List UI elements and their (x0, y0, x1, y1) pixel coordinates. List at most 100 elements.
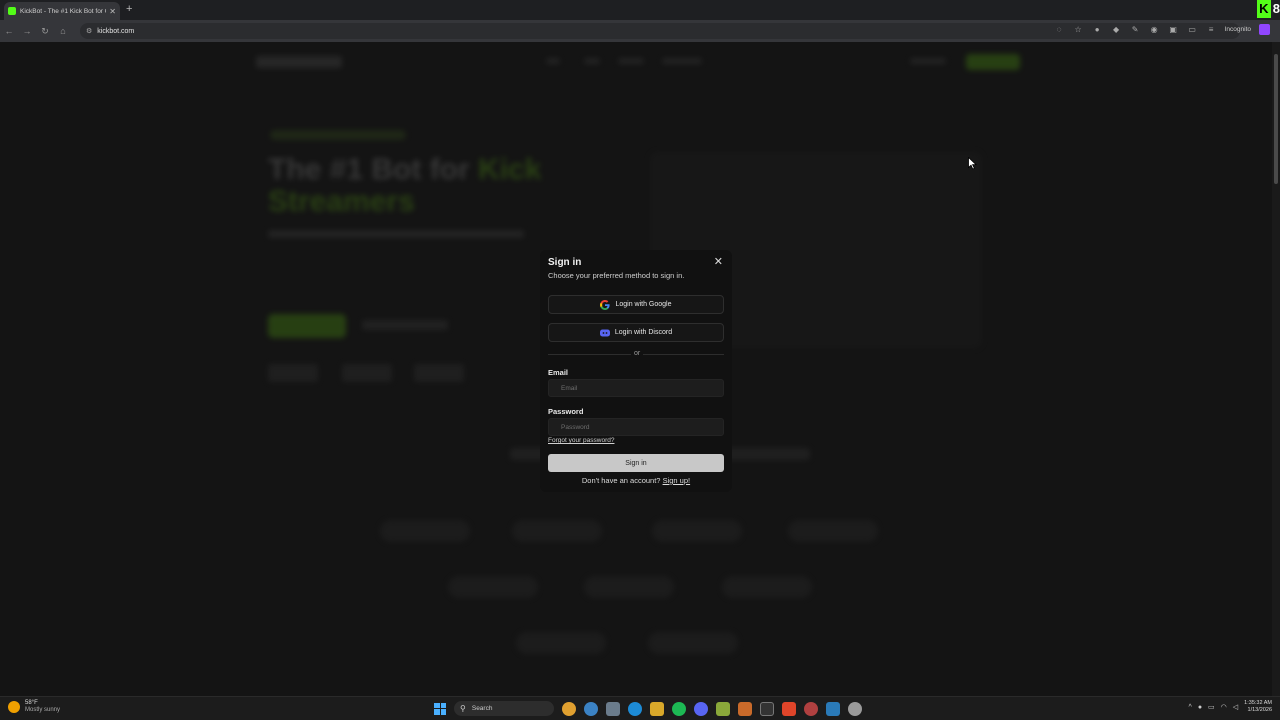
stream-overlay: K 8 (1256, 0, 1280, 18)
hero-stat (414, 364, 464, 382)
modal-subtitle: Choose your preferred method to sign in. (548, 271, 685, 280)
toolbar-actions: ◌ ☆ ● ◆ ✎ ◉ ▣ ▭ ≡ Incognito (1054, 24, 1270, 35)
tab-close-icon[interactable]: ✕ (109, 7, 116, 16)
task-view-icon[interactable] (606, 701, 620, 716)
partner-logo (648, 632, 738, 654)
nav-link (618, 58, 644, 64)
app-icon[interactable] (716, 701, 730, 716)
start-icon[interactable] (434, 702, 446, 715)
login-google-button[interactable]: Login with Google (548, 295, 724, 314)
partner-logo (652, 520, 742, 542)
address-url: kickbot.com (97, 27, 135, 35)
twitch-icon (1259, 24, 1270, 35)
browser-tab-bar: KickBot - The #1 Kick Bot for C ✕ + K 8 (0, 0, 1280, 20)
login-discord-label: Login with Discord (614, 329, 673, 336)
scrollbar-thumb[interactable] (1274, 54, 1278, 184)
site-info-icon[interactable]: ⚙ (86, 27, 92, 35)
password-label: Password (548, 407, 584, 416)
signup-link[interactable]: Sign up! (663, 476, 691, 485)
overlay-number: 8 (1272, 1, 1280, 16)
system-tray: ^ ● ▭ ◠ ◁ 1:35:32 AM 1/13/2026 (1189, 700, 1272, 714)
search-icon: ⚲ (460, 704, 466, 713)
clock-time: 1:35:32 AM (1244, 700, 1272, 706)
app-icon[interactable] (804, 701, 818, 716)
nav-link (546, 58, 560, 64)
email-label: Email (548, 368, 569, 377)
page-scrollbar[interactable] (1272, 42, 1280, 696)
discord-taskbar-icon[interactable] (694, 701, 708, 716)
hero-stat (268, 364, 318, 382)
chevron-up-icon[interactable]: ^ (1189, 704, 1192, 711)
clock-date: 1/13/2026 (1247, 707, 1272, 713)
eye-off-icon[interactable]: ◌ (1054, 24, 1065, 35)
forgot-password-link[interactable]: Forgot your password? (548, 437, 614, 444)
file-explorer-icon[interactable] (650, 701, 664, 716)
discord-icon (599, 329, 610, 336)
windows-taskbar: 58°F Mostly sunny ⚲ Search ^ ● ▭ ◠ ◁ 1:3… (0, 696, 1280, 720)
sun-icon (8, 701, 20, 713)
new-tab-button[interactable]: + (126, 3, 132, 15)
forward-icon[interactable]: → (18, 26, 36, 36)
signup-prompt: Don't have an account? Sign up! (540, 476, 732, 485)
app-icon[interactable] (848, 701, 862, 716)
browser-tab[interactable]: KickBot - The #1 Kick Bot for C ✕ (4, 2, 120, 20)
taskbar-clock[interactable]: 1:35:32 AM 1/13/2026 (1244, 700, 1272, 714)
chrome-icon[interactable] (584, 701, 598, 716)
extension-icon[interactable]: ◆ (1111, 24, 1122, 35)
microphone-icon[interactable]: ● (1198, 704, 1202, 711)
media-icon[interactable]: ≡ (1206, 24, 1217, 35)
incognito-label[interactable]: Incognito (1225, 26, 1251, 33)
partner-logo (722, 576, 812, 598)
partner-logo (788, 520, 878, 542)
reload-icon[interactable]: ↻ (36, 26, 54, 37)
back-icon[interactable]: ← (0, 26, 18, 36)
tab-title: KickBot - The #1 Kick Bot for C (20, 7, 107, 15)
signin-button[interactable]: Sign in (548, 454, 724, 472)
hero-secondary-button (362, 320, 448, 330)
side-panel-icon[interactable]: ▭ (1187, 24, 1198, 35)
kickbot-favicon-icon (8, 7, 16, 15)
partner-logo (380, 520, 470, 542)
hero-title: The #1 Bot for Kick Streamers (268, 153, 542, 218)
email-field[interactable] (548, 379, 724, 397)
terminal-icon[interactable] (760, 701, 774, 716)
hero-subtitle (268, 230, 524, 238)
brave-icon[interactable] (782, 701, 796, 716)
mouse-cursor-icon (968, 157, 977, 170)
partner-logo (512, 520, 602, 542)
network-icon[interactable]: ▭ (1208, 703, 1215, 711)
nav-link (584, 58, 600, 64)
wifi-icon[interactable]: ◠ (1221, 703, 1227, 711)
partner-logo (584, 576, 674, 598)
extensions-puzzle-icon[interactable]: ▣ (1168, 24, 1179, 35)
browser-toolbar: ← → ↻ ⌂ ⚙ kickbot.com ◌ ☆ ● ◆ ✎ ◉ ▣ ▭ ≡ … (0, 20, 1280, 42)
hero-stat (342, 364, 392, 382)
close-icon[interactable]: ✕ (714, 255, 723, 268)
signup-prompt-text: Don't have an account? (581, 476, 661, 485)
hero-badge (270, 130, 406, 140)
extension-dot-icon[interactable]: ● (1092, 24, 1103, 35)
partner-logo (448, 576, 538, 598)
password-field[interactable] (548, 418, 724, 436)
weather-temp: 58°F (25, 700, 38, 706)
app-icon[interactable] (826, 701, 840, 716)
bookmark-star-icon[interactable]: ☆ (1073, 24, 1084, 35)
nav-link (662, 58, 702, 64)
record-icon[interactable]: ◉ (1149, 24, 1160, 35)
taskbar-apps: ⚲ Search (434, 701, 862, 716)
partner-logo (516, 632, 606, 654)
signin-modal: Sign in Choose your preferred method to … (540, 250, 732, 492)
edge-icon[interactable] (628, 701, 642, 716)
kick-logo-icon: K (1256, 0, 1271, 18)
translate-icon[interactable]: ✎ (1130, 24, 1141, 35)
weather-widget[interactable]: 58°F Mostly sunny (8, 700, 60, 714)
login-discord-button[interactable]: Login with Discord (548, 323, 724, 342)
taskbar-search[interactable]: ⚲ Search (454, 701, 554, 716)
app-icon[interactable] (738, 701, 752, 716)
hero-primary-button (268, 314, 346, 338)
volume-icon[interactable]: ◁ (1233, 703, 1238, 711)
home-icon[interactable]: ⌂ (54, 26, 72, 36)
copilot-icon[interactable] (562, 701, 576, 716)
login-google-label: Login with Google (615, 301, 672, 308)
spotify-icon[interactable] (672, 701, 686, 716)
